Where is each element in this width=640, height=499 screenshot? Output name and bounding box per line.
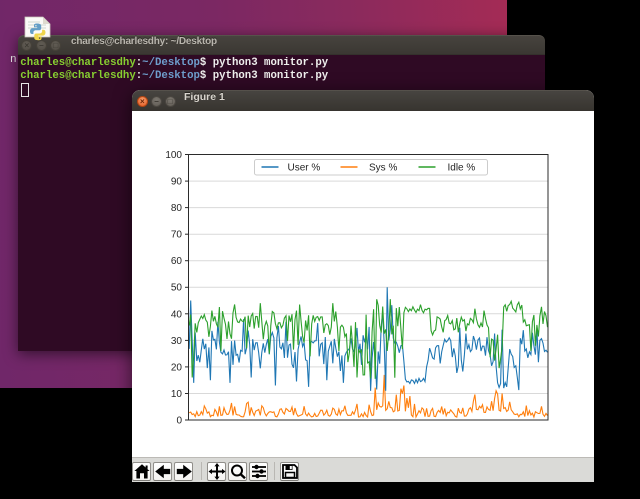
svg-text:60: 60 <box>170 256 182 267</box>
svg-text:90: 90 <box>170 176 182 187</box>
svg-text:100: 100 <box>165 150 182 161</box>
svg-text:80: 80 <box>170 203 182 214</box>
svg-text:30: 30 <box>170 335 182 346</box>
svg-text:User %: User % <box>287 162 320 173</box>
svg-text:50: 50 <box>170 282 182 293</box>
svg-text:10: 10 <box>170 389 182 400</box>
svg-text:40: 40 <box>170 309 182 320</box>
svg-text:Idle %: Idle % <box>447 162 475 173</box>
svg-text:70: 70 <box>170 229 182 240</box>
svg-text:20: 20 <box>170 362 182 373</box>
svg-text:Sys %: Sys % <box>369 162 397 173</box>
svg-text:0: 0 <box>176 415 182 426</box>
